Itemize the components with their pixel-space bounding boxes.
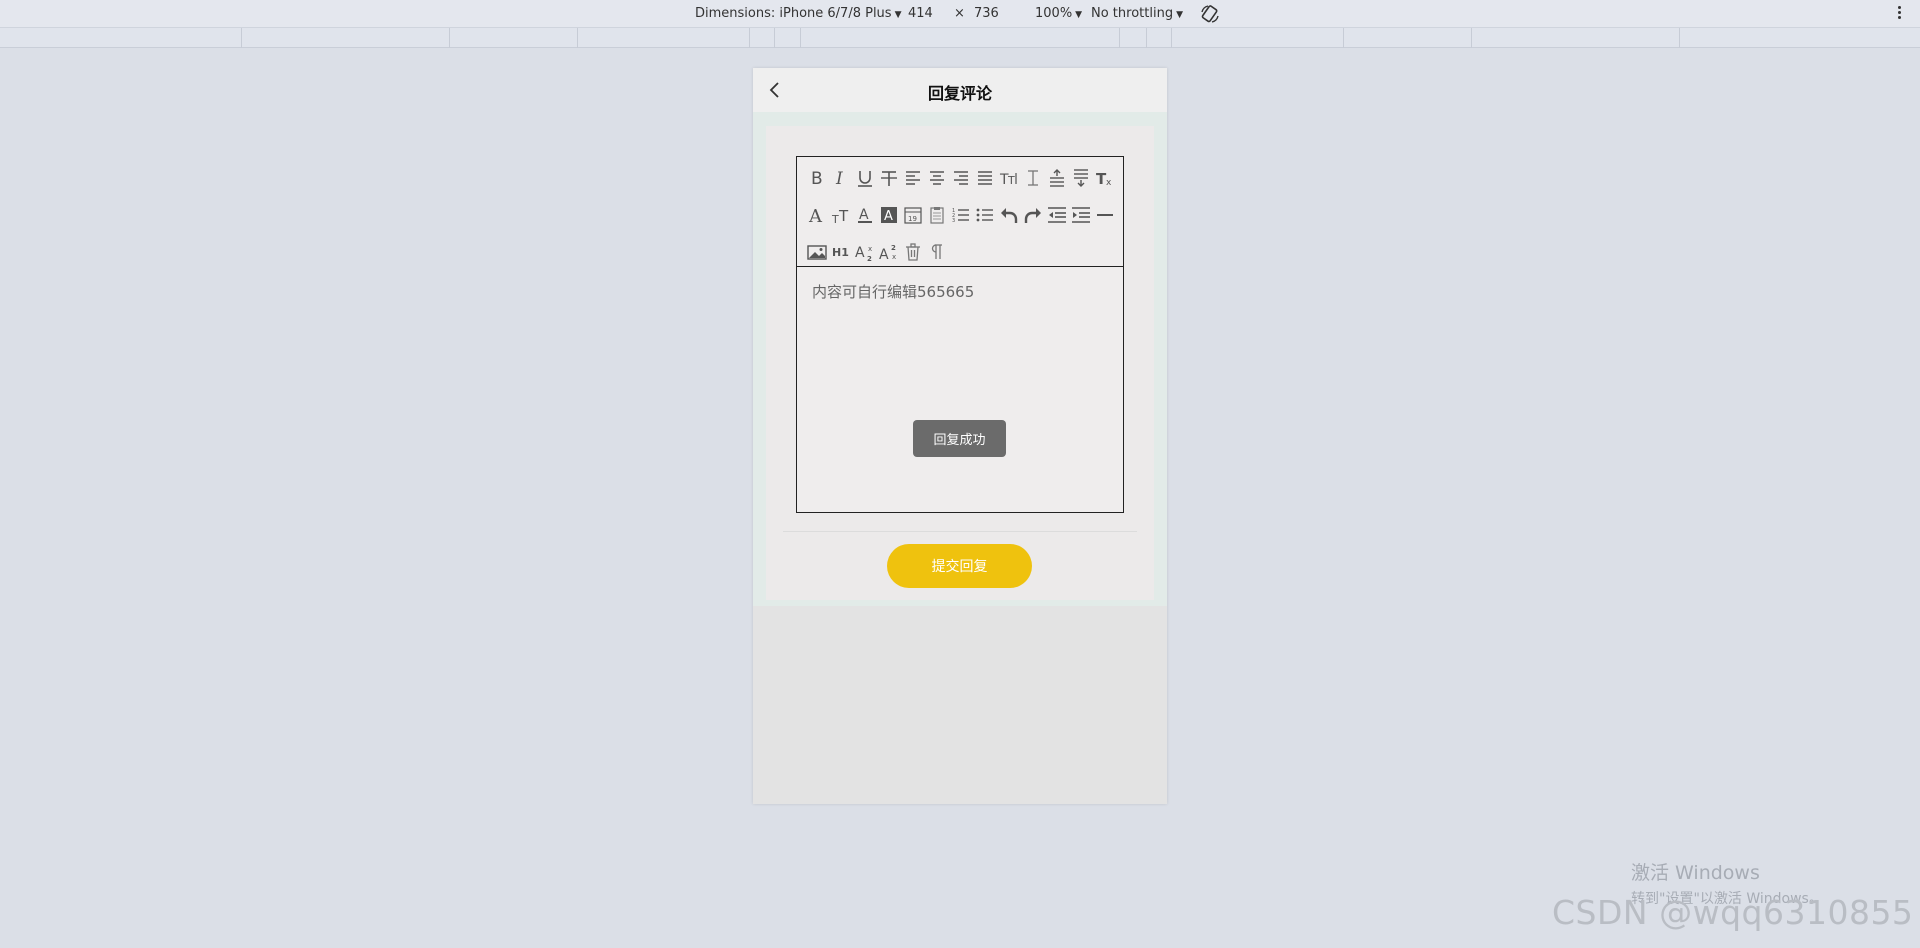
indent-icon[interactable]: [1069, 203, 1093, 227]
svg-text:A: A: [884, 209, 893, 224]
toolbar-row: A TT A A 19 123: [805, 203, 1123, 240]
ordered-list-icon[interactable]: 123: [949, 203, 973, 227]
font-family-icon[interactable]: A: [805, 203, 829, 227]
line-height-icon[interactable]: [1021, 166, 1045, 190]
chevron-down-icon: ▼: [1075, 10, 1083, 20]
align-center-icon[interactable]: [925, 166, 949, 190]
height-input[interactable]: 736: [974, 6, 999, 21]
device-dimensions-dropdown[interactable]: Dimensions: iPhone 6/7/8 Plus ▼: [695, 6, 902, 21]
underline-icon[interactable]: [853, 166, 877, 190]
bold-icon[interactable]: B: [805, 166, 829, 190]
dimension-separator: ×: [954, 6, 965, 21]
paragraph-icon[interactable]: [925, 240, 949, 264]
undo-icon[interactable]: [997, 203, 1021, 227]
device-toolbar: Dimensions: iPhone 6/7/8 Plus ▼ 414 × 736…: [0, 0, 1920, 28]
svg-text:T: T: [831, 213, 839, 225]
svg-text:A: A: [859, 207, 869, 223]
nav-bar: 回复评论: [753, 68, 1167, 112]
svg-text:2: 2: [867, 255, 872, 262]
heading-label: H1: [832, 246, 849, 259]
content-area: B I TT Tx A T T A A 19 1 2 3 H1 A 2 x A …: [753, 112, 1167, 606]
svg-text:19: 19: [908, 215, 917, 223]
redo-icon[interactable]: [1021, 203, 1045, 227]
chevron-down-icon: ▼: [894, 10, 902, 20]
device-viewport: 回复评论 B I TT T x A T T A A 19 1 2 3 H1 A …: [753, 68, 1167, 804]
zoom-value: 100%: [1035, 6, 1073, 21]
image-icon[interactable]: [805, 240, 829, 264]
align-left-icon[interactable]: [901, 166, 925, 190]
align-justify-icon[interactable]: [973, 166, 997, 190]
toolbar-row: B I TT Tx: [805, 166, 1123, 203]
align-right-icon[interactable]: [949, 166, 973, 190]
svg-text:A: A: [855, 245, 865, 261]
paste-icon[interactable]: [925, 203, 949, 227]
throttling-dropdown[interactable]: No throttling ▼: [1091, 6, 1183, 21]
date-icon[interactable]: 19: [901, 203, 925, 227]
italic-icon[interactable]: I: [829, 166, 853, 190]
csdn-watermark: CSDN @wqq6310855: [1552, 893, 1914, 932]
rich-text-editor: B I TT Tx A T T A A 19 1 2 3 H1 A 2 x A …: [796, 156, 1124, 513]
more-options-icon[interactable]: [1896, 4, 1902, 24]
page-title: 回复评论: [927, 84, 992, 103]
paragraph-spacing-before-icon[interactable]: [1045, 166, 1069, 190]
chevron-down-icon: ▼: [1176, 10, 1183, 20]
submit-reply-button[interactable]: 提交回复: [887, 544, 1032, 588]
svg-text:x: x: [892, 253, 896, 261]
paragraph-spacing-after-icon[interactable]: [1069, 166, 1093, 190]
subscript-icon[interactable]: A2 x: [853, 240, 877, 264]
svg-text:A: A: [808, 206, 823, 225]
activation-title: 激活 Windows: [1631, 862, 1760, 884]
media-query-bar: [0, 28, 1920, 48]
throttling-value: No throttling: [1091, 6, 1174, 21]
clear-format-icon[interactable]: Tx: [1093, 166, 1117, 190]
reply-card: B I TT Tx A T T A A 19 1 2 3 H1 A 2 x A …: [766, 126, 1154, 600]
strikethrough-icon[interactable]: [877, 166, 901, 190]
svg-text:T: T: [1007, 174, 1015, 187]
rotate-icon[interactable]: [1199, 3, 1221, 25]
divider: [783, 531, 1137, 532]
width-input[interactable]: 414: [908, 6, 933, 21]
svg-text:B: B: [811, 169, 823, 188]
font-case-icon[interactable]: TT: [829, 203, 853, 227]
svg-text:x: x: [868, 245, 872, 253]
zoom-dropdown[interactable]: 100% ▼: [1035, 6, 1082, 21]
heading-icon[interactable]: H1: [829, 240, 853, 264]
svg-text:A: A: [879, 247, 889, 262]
svg-text:3: 3: [952, 218, 955, 224]
device-name: Dimensions: iPhone 6/7/8 Plus: [695, 6, 892, 21]
editor-content[interactable]: 内容可自行编辑565665: [812, 281, 974, 302]
success-toast: 回复成功: [913, 420, 1006, 457]
toolbar-row: H1 A2x A2x: [805, 240, 1123, 270]
svg-text:x: x: [1106, 178, 1112, 188]
superscript-icon[interactable]: A2x: [877, 240, 901, 264]
unordered-list-icon[interactable]: [973, 203, 997, 227]
outdent-icon[interactable]: [1045, 203, 1069, 227]
svg-text:2: 2: [891, 244, 896, 252]
editor-toolbar: B I TT Tx A T T A A 19 1 2 3 H1 A 2 x A …: [797, 157, 1123, 267]
font-size-icon[interactable]: TT: [997, 166, 1021, 190]
svg-text:I: I: [835, 169, 843, 188]
svg-text:T: T: [838, 207, 849, 225]
font-color-icon[interactable]: A: [853, 203, 877, 227]
background-color-icon[interactable]: A: [877, 203, 901, 227]
horizontal-rule-icon[interactable]: [1093, 203, 1117, 227]
delete-icon[interactable]: [901, 240, 925, 264]
